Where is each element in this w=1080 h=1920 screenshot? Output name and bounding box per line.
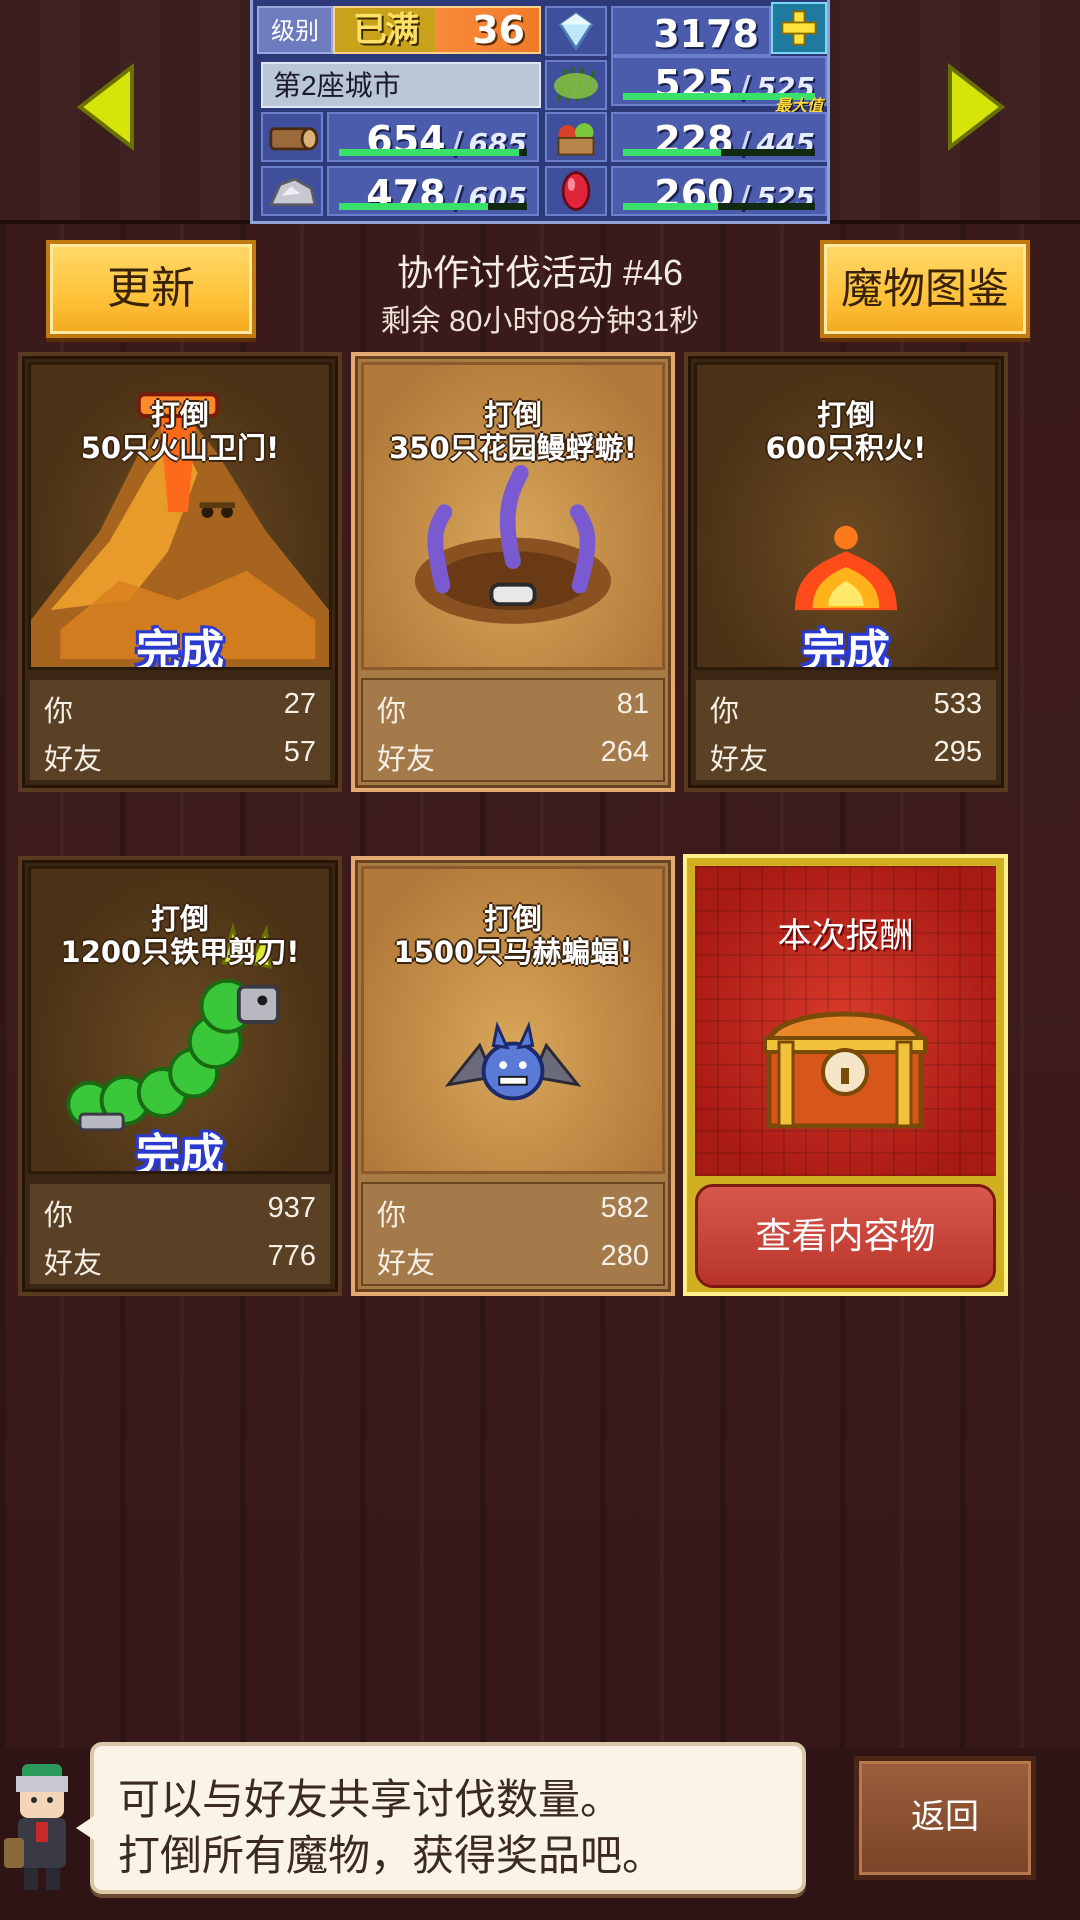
level-box: 已满 36 <box>333 6 541 54</box>
event-title: 协作讨伐活动 #46 <box>396 252 684 293</box>
mission-goal: 打倒 1500只马赫蝙蝠! <box>393 902 633 969</box>
mission-card[interactable]: 打倒 1500只马赫蝙蝠! 你 582 好友 280 <box>351 856 675 1296</box>
friends-label: 好友 <box>377 1248 436 1280</box>
food-basket-icon <box>545 112 607 162</box>
food-cell: 228/445 <box>611 112 827 162</box>
gems-value: 3178 <box>653 12 759 56</box>
mission-goal: 打倒 50只火山卫门! <box>80 398 280 465</box>
you-label: 你 <box>44 696 74 728</box>
food-bar-fill <box>623 149 721 156</box>
you-count: 27 <box>283 688 316 720</box>
wood-log-icon <box>261 112 323 162</box>
status-bar: 级别 已满 36 3178 第2座城市 525/525 最大值 654 / 68… <box>0 0 1080 224</box>
stone-ore-icon <box>261 166 323 216</box>
ruby-cell: 260/525 <box>611 166 827 216</box>
mission-art: 打倒 600只积火! 完成 <box>694 362 998 670</box>
wood-bar-fill <box>339 149 519 156</box>
mission-stats: 你 81 好友 264 <box>361 678 665 782</box>
you-label: 你 <box>44 1200 74 1232</box>
add-gems-button[interactable] <box>771 2 827 54</box>
friends-label: 好友 <box>377 744 436 776</box>
mission-art: 打倒 1500只马赫蝙蝠! <box>361 866 665 1174</box>
you-count: 81 <box>616 688 649 720</box>
friends-label: 好友 <box>44 1248 103 1280</box>
reward-card: 本次报酬 查看内容物 <box>683 854 1008 1296</box>
bestiary-button[interactable]: 魔物图鉴 <box>820 240 1030 338</box>
refresh-button[interactable]: 更新 <box>46 240 256 338</box>
mission-done-badge: 完成 <box>136 627 224 670</box>
stone-bar <box>339 203 527 210</box>
mission-done-badge: 完成 <box>136 1131 224 1174</box>
you-count: 582 <box>600 1192 649 1224</box>
friends-count: 57 <box>283 736 316 768</box>
hint-speech-bubble: 可以与好友共享讨伐数量。 打倒所有魔物，获得奖品吧。 <box>76 1742 806 1894</box>
you-label: 你 <box>377 1200 407 1232</box>
you-count: 533 <box>933 688 982 720</box>
friends-count: 264 <box>600 736 649 768</box>
back-button[interactable]: 返回 <box>854 1756 1036 1880</box>
mission-card[interactable]: 打倒 1200只铁甲剪刀! 完成 你 937 好友 776 <box>18 856 342 1296</box>
resource-panel: 级别 已满 36 3178 第2座城市 525/525 最大值 654 / 68… <box>250 0 830 224</box>
mission-art: 打倒 350只花园鳗蜉蝣! <box>361 362 665 670</box>
mission-goal: 打倒 350只花园鳗蜉蝣! <box>389 398 637 465</box>
wood-bar <box>339 149 527 156</box>
bubble-tail <box>76 1816 94 1840</box>
you-label: 你 <box>377 696 407 728</box>
city-name: 第2座城市 <box>261 62 541 108</box>
hint-text-line-1: 可以与好友共享讨伐数量。 <box>118 1776 623 1823</box>
reward-title: 本次报酬 <box>777 917 914 955</box>
mission-goal: 打倒 1200只铁甲剪刀! <box>60 902 300 969</box>
advisor-character-icon <box>0 1756 86 1896</box>
ruby-bar-fill <box>623 203 719 210</box>
you-count: 937 <box>267 1192 316 1224</box>
friends-label: 好友 <box>710 744 769 776</box>
level-value: 36 <box>472 8 525 52</box>
prev-city-arrow-icon[interactable] <box>72 62 142 152</box>
plus-icon <box>781 10 817 46</box>
level-label: 级别 <box>257 6 333 54</box>
mission-goal: 打倒 600只积火! <box>765 398 927 465</box>
level-max-badge: 已满 <box>335 8 435 52</box>
ruby-icon <box>545 166 607 216</box>
mission-stats: 你 533 好友 295 <box>694 678 998 782</box>
mission-card[interactable]: 打倒 50只火山卫门! 完成 你 27 好友 57 <box>18 352 342 792</box>
mission-card[interactable]: 打倒 600只积火! 完成 你 533 好友 295 <box>684 352 1008 792</box>
stone-cell: 478/605 <box>327 166 539 216</box>
stone-bar-fill <box>339 203 488 210</box>
mission-stats: 你 27 好友 57 <box>28 678 332 782</box>
mission-card[interactable]: 打倒 350只花园鳗蜉蝣! 你 81 好友 264 <box>351 352 675 792</box>
friends-label: 好友 <box>44 744 103 776</box>
treasure-chest-icon <box>763 1011 927 1129</box>
mission-done-badge: 完成 <box>802 627 890 670</box>
grass-icon <box>545 60 607 110</box>
wood-cell: 654/685 <box>327 112 539 162</box>
mission-stats: 你 582 好友 280 <box>361 1182 665 1286</box>
food-bar <box>623 149 815 156</box>
gems-cell: 3178 <box>611 6 771 56</box>
friends-count: 295 <box>933 736 982 768</box>
ruby-bar <box>623 203 815 210</box>
mission-art: 打倒 1200只铁甲剪刀! 完成 <box>28 866 332 1174</box>
mission-art: 打倒 50只火山卫门! 完成 <box>28 362 332 670</box>
view-contents-button[interactable]: 查看内容物 <box>695 1184 996 1288</box>
you-label: 你 <box>710 696 740 728</box>
next-city-arrow-icon[interactable] <box>940 62 1010 152</box>
event-timer: 剩余 80小时08分钟31秒 <box>380 305 700 338</box>
diamond-icon <box>545 6 607 56</box>
hint-text-line-2: 打倒所有魔物，获得奖品吧。 <box>118 1832 665 1879</box>
mission-stats: 你 937 好友 776 <box>28 1182 332 1286</box>
reward-art: 本次报酬 <box>695 866 996 1176</box>
friends-count: 776 <box>267 1240 316 1272</box>
friends-count: 280 <box>600 1240 649 1272</box>
